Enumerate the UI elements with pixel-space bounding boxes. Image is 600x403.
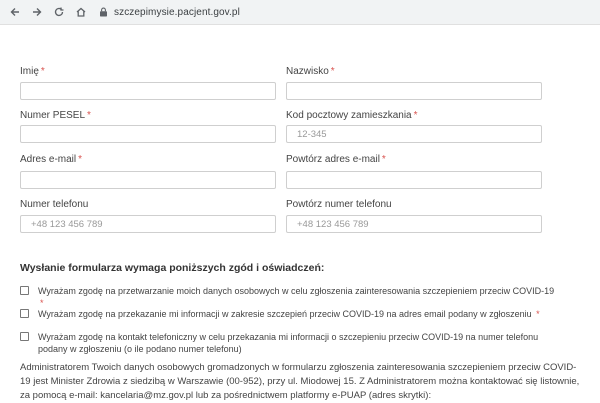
consent-checkbox-phone[interactable] — [20, 332, 29, 341]
consent-text: Wyrażam zgodę na kontakt telefoniczny w … — [38, 332, 539, 354]
postal-code-input[interactable] — [286, 125, 542, 143]
pesel-input[interactable] — [20, 125, 276, 143]
home-icon[interactable] — [72, 3, 90, 21]
consent-text: Wyrażam zgodę na przetwarzanie moich dan… — [38, 286, 555, 296]
first-name-label: Imię * — [20, 66, 45, 77]
last-name-label: Nazwisko * — [286, 66, 335, 77]
phone-repeat-label: Powtórz numer telefonu — [286, 199, 392, 210]
consent-item-processing: Wyrażam zgodę na przetwarzanie moich dan… — [20, 285, 558, 309]
email-input[interactable] — [20, 171, 276, 189]
email-repeat-label: Powtórz adres e-mail * — [286, 154, 386, 165]
first-name-input[interactable] — [20, 82, 276, 100]
consent-checkbox-processing[interactable] — [20, 286, 29, 295]
phone-input[interactable] — [20, 215, 276, 233]
phone-repeat-input[interactable] — [286, 215, 542, 233]
email-label: Adres e-mail * — [20, 154, 83, 165]
email-repeat-input[interactable] — [286, 171, 542, 189]
postal-code-label: Kod pocztowy zamieszkania * — [286, 110, 418, 121]
consents-title: Wysłanie formularza wymaga poniższych zg… — [20, 262, 325, 274]
consent-item-email: Wyrażam zgodę na przekazanie mi informac… — [20, 308, 558, 320]
back-arrow-icon[interactable] — [6, 3, 24, 21]
phone-label: Numer telefonu — [20, 199, 89, 210]
address-bar[interactable]: szczepimysie.pacjent.gov.pl — [96, 3, 240, 21]
url-text: szczepimysie.pacjent.gov.pl — [114, 6, 240, 18]
consent-item-phone: Wyrażam zgodę na kontakt telefoniczny w … — [20, 331, 558, 355]
consent-text: Wyrażam zgodę na przekazanie mi informac… — [38, 309, 532, 319]
reload-icon[interactable] — [50, 3, 68, 21]
lock-icon — [96, 5, 110, 19]
administrator-info: Administratorem Twoich danych osobowych … — [20, 362, 580, 401]
browser-toolbar: szczepimysie.pacjent.gov.pl — [0, 0, 600, 25]
forward-arrow-icon[interactable] — [28, 3, 46, 21]
last-name-input[interactable] — [286, 82, 542, 100]
consent-checkbox-email[interactable] — [20, 309, 29, 318]
pesel-label: Numer PESEL * — [20, 110, 91, 121]
